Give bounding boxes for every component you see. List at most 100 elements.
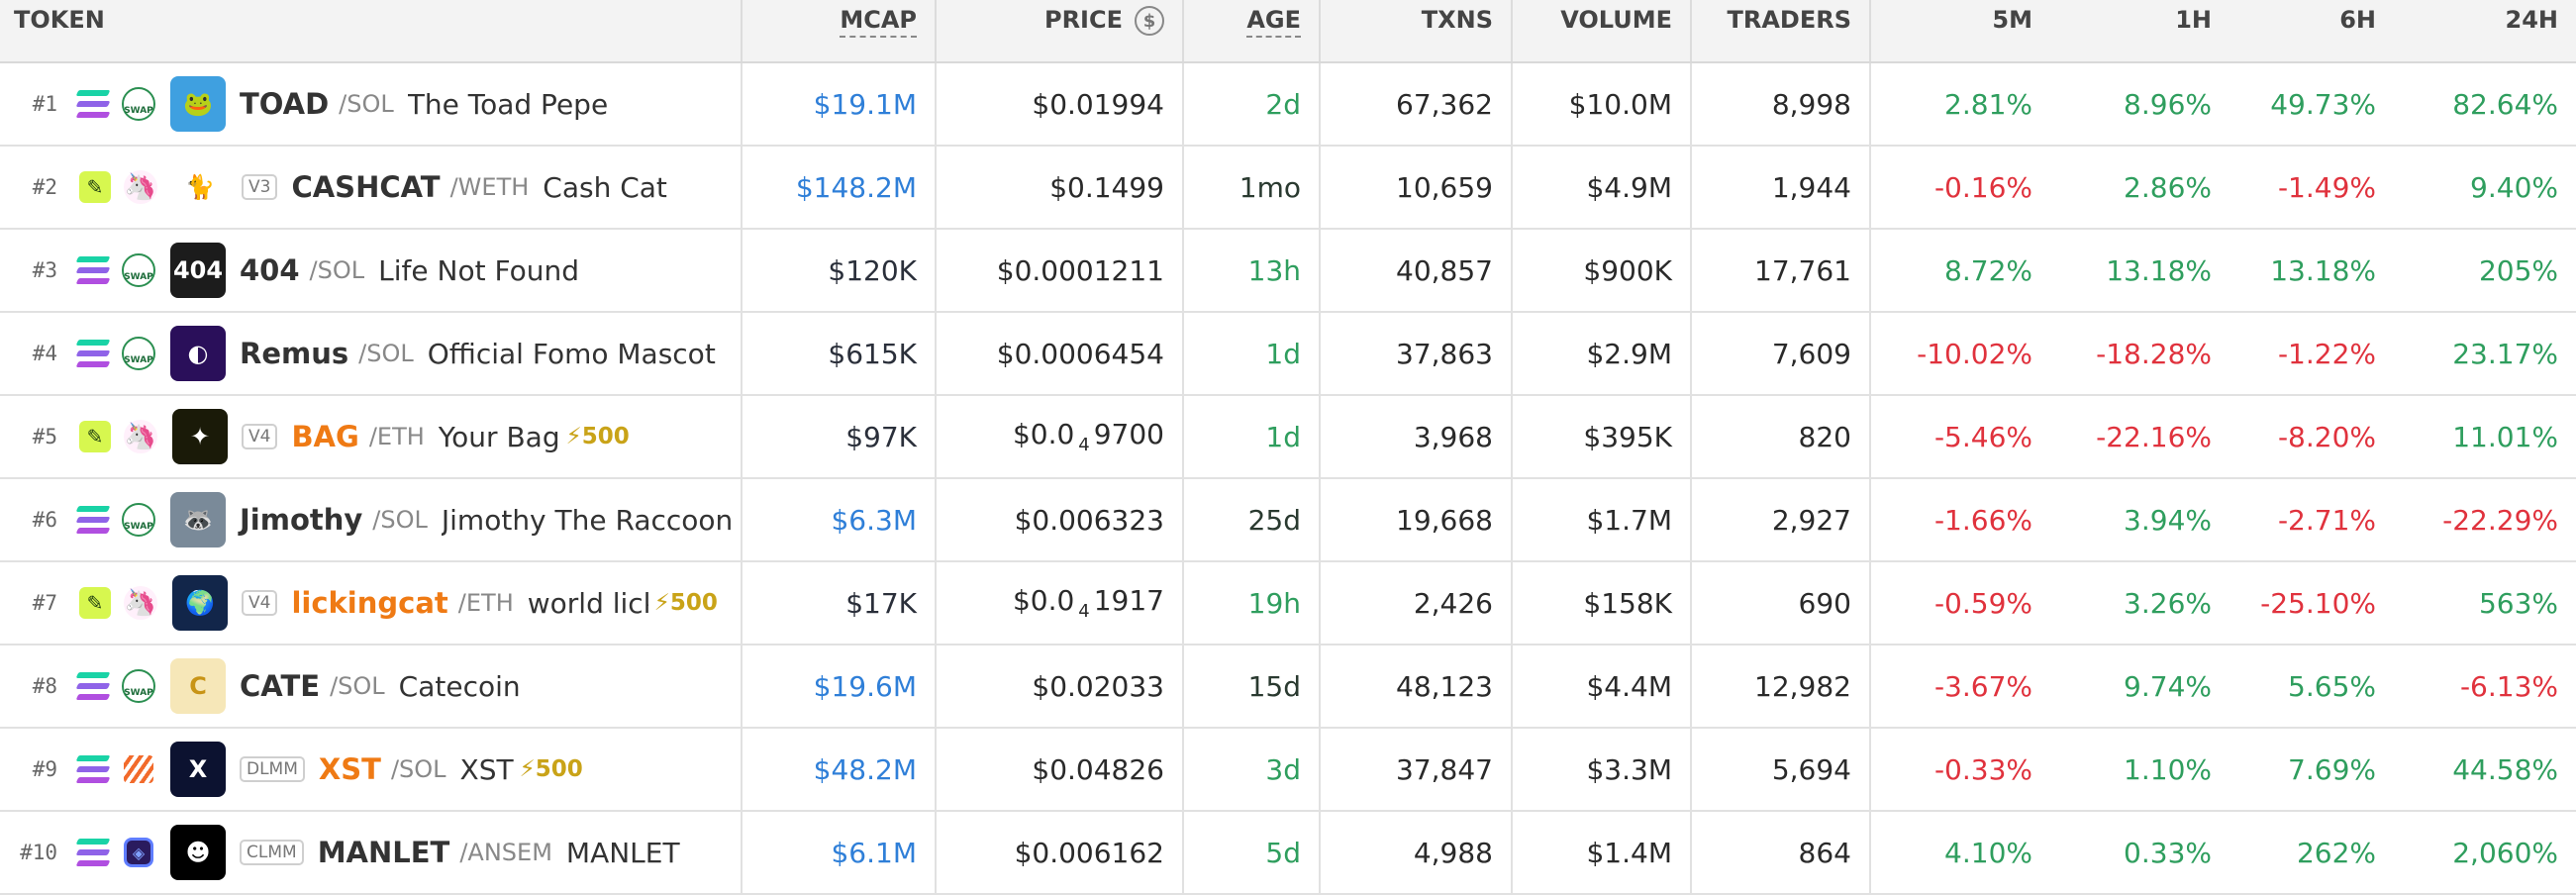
change-5m-value: -5.46% (1933, 420, 2032, 453)
price-prefix: $0.0 (1012, 584, 1075, 617)
header-traders[interactable]: TRADERS (1692, 0, 1871, 61)
change-5m-value: 4.10% (1944, 836, 2032, 869)
rank-label: #1 (32, 92, 57, 116)
token-cell[interactable]: #7 ✎ 🦄 🌍 V4 lickingcat /ETH world lickin… (0, 562, 743, 644)
change-6h-value: 5.65% (2288, 669, 2376, 703)
header-6h[interactable]: 6H (2229, 0, 2394, 61)
table-row[interactable]: #8 SWAP C CATE /SOL Catecoin $19.6M $0.0… (0, 646, 2576, 729)
token-cell[interactable]: #9 X DLMM XST /SOL XST ⚡500 (0, 729, 743, 810)
header-24h[interactable]: 24H (2394, 0, 2576, 61)
token-avatar: 🐸 (170, 76, 226, 132)
token-cell[interactable]: #5 ✎ 🦄 ✦ V4 BAG /ETH Your Bag ⚡500 (0, 396, 743, 477)
table-row[interactable]: #1 SWAP 🐸 TOAD /SOL The Toad Pepe $19.1M… (0, 63, 2576, 147)
rank-label: #8 (32, 674, 57, 698)
solana-icon (75, 90, 111, 118)
header-age-label: AGE (1246, 6, 1301, 38)
table-row[interactable]: #9 X DLMM XST /SOL XST ⚡500 $48.2M $0.04… (0, 729, 2576, 812)
table-row[interactable]: #10 ◈ ☻ CLMM MANLET /ANSEM MANLET $6.1M … (0, 812, 2576, 895)
header-price[interactable]: PRICE $ (937, 0, 1184, 61)
swap-icon: SWAP (121, 86, 156, 122)
quote-symbol: /ETH (457, 589, 514, 617)
txns-value: 4,988 (1413, 836, 1493, 869)
header-token[interactable]: TOKEN (0, 0, 743, 61)
volume-cell: $1.4M (1513, 812, 1692, 893)
change-24h-cell: 11.01% (2394, 396, 2576, 477)
txns-value: 48,123 (1396, 669, 1493, 703)
header-mcap[interactable]: MCAP (743, 0, 937, 61)
table-row[interactable]: #4 SWAP ◐ Remus /SOL Official Fomo Masco… (0, 313, 2576, 396)
change-24h-value: 23.17% (2452, 337, 2558, 370)
mcap-value: $148.2M (795, 170, 917, 204)
price-cell: $0.0001211 (937, 230, 1184, 311)
mcap-cell: $6.1M (743, 812, 937, 893)
rank-label: #5 (32, 425, 57, 448)
token-name: XST (459, 752, 514, 786)
header-age[interactable]: AGE (1184, 0, 1321, 61)
mcap-value: $6.3M (831, 503, 917, 537)
pool-version-badge: DLMM (240, 756, 305, 782)
rank-label: #2 (32, 175, 57, 199)
change-24h-cell: -6.13% (2394, 646, 2576, 727)
quote-symbol: /SOL (358, 340, 414, 367)
uniswap-icon: 🦄 (123, 419, 158, 454)
token-cell[interactable]: #10 ◈ ☻ CLMM MANLET /ANSEM MANLET (0, 812, 743, 893)
table-row[interactable]: #6 SWAP 🦝 Jimothy /SOL Jimothy The Racco… (0, 479, 2576, 562)
table-row[interactable]: #7 ✎ 🦄 🌍 V4 lickingcat /ETH world lickin… (0, 562, 2576, 646)
table-row[interactable]: #3 SWAP 404 404 /SOL Life Not Found $120… (0, 230, 2576, 313)
volume-cell: $4.9M (1513, 147, 1692, 228)
token-cell[interactable]: #2 ✎ 🦄 🐈 V3 CASHCAT /WETH Cash Cat (0, 147, 743, 228)
token-cell[interactable]: #8 SWAP C CATE /SOL Catecoin (0, 646, 743, 727)
quote-symbol: /ETH (368, 423, 425, 450)
table-header: TOKEN MCAP PRICE $ AGE TXNS VOLUME TRADER… (0, 0, 2576, 63)
change-6h-value: 7.69% (2288, 752, 2376, 786)
mcap-cell: $615K (743, 313, 937, 394)
token-cell[interactable]: #3 SWAP 404 404 /SOL Life Not Found (0, 230, 743, 311)
header-volume-label: VOLUME (1560, 6, 1672, 34)
change-5m-cell: -3.67% (1871, 646, 2050, 727)
token-cell[interactable]: #4 SWAP ◐ Remus /SOL Official Fomo Masco… (0, 313, 743, 394)
age-cell: 5d (1184, 812, 1321, 893)
volume-value: $10.0M (1568, 87, 1672, 121)
meteora-icon (121, 751, 156, 787)
token-symbol: CASHCAT (291, 170, 441, 204)
token-cell[interactable]: #1 SWAP 🐸 TOAD /SOL The Toad Pepe (0, 63, 743, 145)
change-6h-value: 262% (2296, 836, 2376, 869)
txns-cell: 67,362 (1321, 63, 1513, 145)
change-6h-cell: -25.10% (2229, 562, 2394, 644)
txns-value: 3,968 (1413, 420, 1493, 453)
change-5m-cell: -0.59% (1871, 562, 2050, 644)
table-row[interactable]: #5 ✎ 🦄 ✦ V4 BAG /ETH Your Bag ⚡500 $97K … (0, 396, 2576, 479)
header-5m[interactable]: 5M (1871, 0, 2050, 61)
age-value: 25d (1247, 503, 1301, 537)
dollar-circle-icon[interactable]: $ (1135, 6, 1164, 36)
age-cell: 1mo (1184, 147, 1321, 228)
age-cell: 25d (1184, 479, 1321, 560)
token-symbol: Jimothy (240, 503, 363, 537)
change-6h-cell: 262% (2229, 812, 2394, 893)
change-5m-value: -0.33% (1933, 752, 2032, 786)
mcap-value: $17K (845, 586, 917, 620)
mcap-value: $48.2M (813, 752, 917, 786)
change-5m-cell: -0.16% (1871, 147, 2050, 228)
rank-label: #6 (32, 508, 57, 532)
quote-symbol: /SOL (330, 672, 385, 700)
volume-cell: $395K (1513, 396, 1692, 477)
change-1h-cell: 9.74% (2050, 646, 2229, 727)
uniswap-glyph: 🦄 (124, 586, 157, 620)
token-avatar: 🐈 (172, 159, 228, 215)
quote-symbol: /SOL (309, 256, 365, 284)
change-1h-value: 2.86% (2124, 170, 2212, 204)
age-value: 19h (1247, 586, 1301, 620)
header-volume[interactable]: VOLUME (1513, 0, 1692, 61)
swap-icon: SWAP (121, 668, 156, 704)
txns-value: 2,426 (1413, 586, 1493, 620)
header-1h[interactable]: 1H (2050, 0, 2229, 61)
leaf-icon: ✎ (79, 421, 111, 452)
traders-value: 8,998 (1771, 87, 1851, 121)
txns-cell: 10,659 (1321, 147, 1513, 228)
price-cell: $0.04826 (937, 729, 1184, 810)
header-txns[interactable]: TXNS (1321, 0, 1513, 61)
table-row[interactable]: #2 ✎ 🦄 🐈 V3 CASHCAT /WETH Cash Cat $148.… (0, 147, 2576, 230)
traders-value: 12,982 (1754, 669, 1851, 703)
token-cell[interactable]: #6 SWAP 🦝 Jimothy /SOL Jimothy The Racco… (0, 479, 743, 560)
